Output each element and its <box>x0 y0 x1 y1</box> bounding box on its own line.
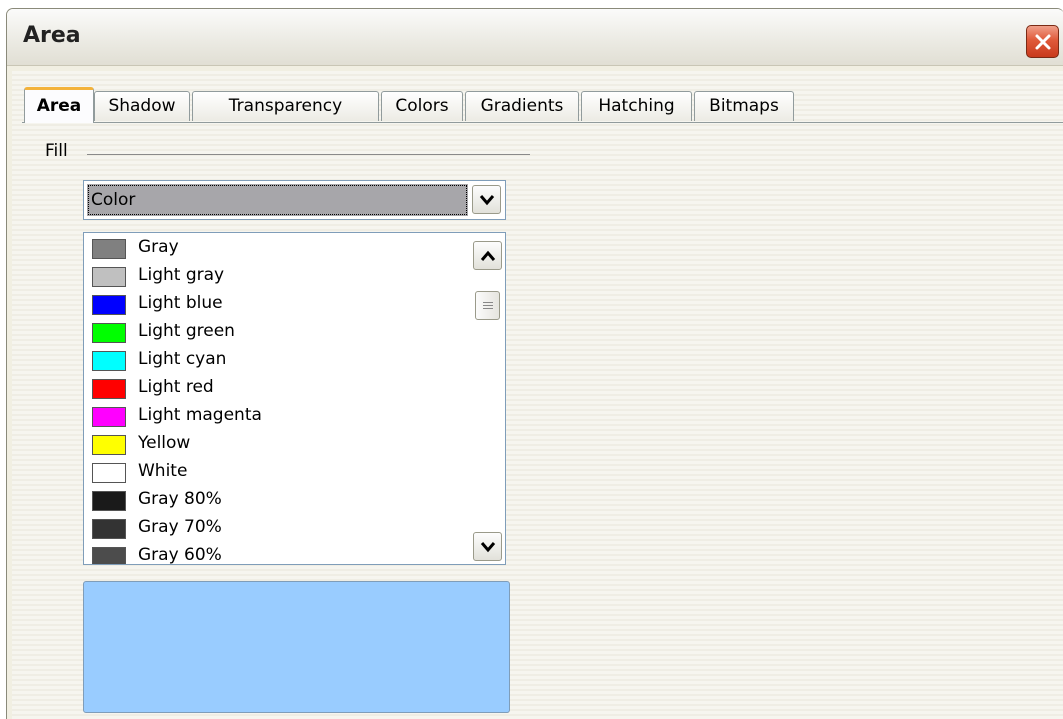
fill-section-divider <box>87 154 530 155</box>
color-label: Light magenta <box>138 405 262 425</box>
color-label: Light red <box>138 377 214 397</box>
color-swatch <box>92 519 126 539</box>
list-item[interactable]: Gray 60% <box>89 543 464 565</box>
color-label: Light green <box>138 321 235 341</box>
fill-type-value: Color <box>87 184 468 216</box>
tab-hatching-label: Hatching <box>598 96 675 116</box>
tab-transparency[interactable]: Transparency <box>192 91 379 121</box>
tab-colors-label: Colors <box>395 96 449 116</box>
color-label: Gray 80% <box>138 489 222 509</box>
fill-type-select[interactable]: Color <box>83 180 506 220</box>
tab-strip: Area Shadow Transparency Colors Gradient… <box>22 87 1062 123</box>
list-item[interactable]: Light cyan <box>89 347 464 375</box>
list-item[interactable]: Gray 80% <box>89 487 464 515</box>
color-label: White <box>138 461 188 481</box>
color-swatch <box>92 239 126 259</box>
scroll-down-button[interactable] <box>473 532 502 561</box>
tab-transparency-label: Transparency <box>228 96 343 116</box>
color-label: Light gray <box>138 265 225 285</box>
color-list-scrollbar[interactable] <box>471 235 503 562</box>
list-item[interactable]: Light gray <box>89 263 464 291</box>
list-item[interactable]: Light blue <box>89 291 464 319</box>
color-swatch <box>92 491 126 511</box>
color-label: Yellow <box>138 433 191 453</box>
list-item[interactable]: Gray <box>89 235 464 263</box>
tab-gradients[interactable]: Gradients <box>465 91 579 121</box>
list-item[interactable]: Light red <box>89 375 464 403</box>
scroll-up-button[interactable] <box>473 241 502 270</box>
color-swatch <box>92 379 126 399</box>
color-swatch <box>92 267 126 287</box>
list-item[interactable]: Light green <box>89 319 464 347</box>
list-item[interactable]: Light magenta <box>89 403 464 431</box>
tab-area[interactable]: Area <box>24 87 94 123</box>
fill-type-dropdown-button[interactable] <box>472 185 501 214</box>
color-label: Light blue <box>138 293 223 313</box>
tab-gradients-label: Gradients <box>480 96 564 116</box>
color-swatch <box>92 435 126 455</box>
color-label: Gray 70% <box>138 517 222 537</box>
dialog-title: Area <box>23 23 81 48</box>
color-swatch <box>92 407 126 427</box>
fill-preview <box>83 581 510 713</box>
list-item[interactable]: White <box>89 459 464 487</box>
tab-shadow-label: Shadow <box>108 96 176 116</box>
fill-section-label: Fill <box>45 141 68 161</box>
list-item[interactable]: Yellow <box>89 431 464 459</box>
color-swatch <box>92 323 126 343</box>
color-list[interactable]: Gray Light gray Light blue Light green L… <box>83 232 506 565</box>
tab-shadow[interactable]: Shadow <box>94 91 190 121</box>
chevron-down-icon <box>480 542 496 553</box>
close-icon <box>1035 34 1051 50</box>
color-swatch <box>92 351 126 371</box>
tab-bitmaps[interactable]: Bitmaps <box>694 91 794 121</box>
color-swatch <box>92 547 126 564</box>
list-item[interactable]: Gray 70% <box>89 515 464 543</box>
tab-area-label: Area <box>36 96 82 116</box>
color-label: Light cyan <box>138 349 227 369</box>
grip-icon <box>483 305 493 306</box>
chevron-up-icon <box>480 250 496 261</box>
tab-bitmaps-label: Bitmaps <box>709 96 779 116</box>
scrollbar-thumb[interactable] <box>475 291 500 320</box>
grip-icon <box>483 308 493 309</box>
close-button[interactable] <box>1026 25 1059 58</box>
color-swatch <box>92 295 126 315</box>
chevron-down-icon <box>479 195 495 206</box>
color-swatch <box>92 463 126 483</box>
grip-icon <box>483 302 493 303</box>
color-label: Gray <box>138 237 179 257</box>
tab-divider <box>22 122 1063 123</box>
tab-hatching[interactable]: Hatching <box>581 91 692 121</box>
area-dialog: Area Area Shadow Transparency Colors Gra… <box>6 8 1063 719</box>
tab-colors[interactable]: Colors <box>381 91 463 121</box>
title-bar: Area <box>7 9 1063 66</box>
color-label: Gray 60% <box>138 545 222 565</box>
